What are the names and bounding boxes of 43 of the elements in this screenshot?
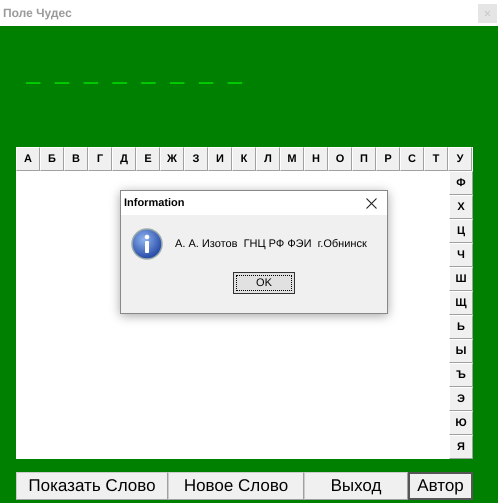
letter-button[interactable]: Э [449, 387, 473, 411]
letter-button[interactable]: Ц [449, 219, 473, 243]
letter-button[interactable]: Г [88, 147, 112, 171]
action-button[interactable]: Новое Слово [168, 472, 304, 500]
letter-button[interactable]: Ч [449, 243, 473, 267]
letter-button[interactable]: Ъ [449, 363, 473, 387]
letter-button[interactable]: В [64, 147, 88, 171]
letter-button[interactable]: Ф [449, 171, 473, 195]
letter-button[interactable]: Ы [449, 339, 473, 363]
letter-button[interactable]: Ж [160, 147, 184, 171]
action-button[interactable]: Показать Слово [16, 472, 168, 500]
close-icon[interactable] [366, 198, 377, 208]
dialog-message: А. А. Изотов ГНЦ РФ ФЭИ г.Обнинск [175, 237, 367, 252]
letter-button[interactable]: Е [136, 147, 160, 171]
close-icon [484, 10, 491, 16]
letter-button[interactable]: У [448, 147, 472, 171]
letter-button[interactable]: Т [424, 147, 448, 171]
letter-button[interactable]: Х [449, 195, 473, 219]
letter-button[interactable]: Р [376, 147, 400, 171]
letter-button[interactable]: Д [112, 147, 136, 171]
letter-button[interactable]: П [352, 147, 376, 171]
letter-button[interactable]: М [280, 147, 304, 171]
letter-button[interactable]: Ш [449, 267, 473, 291]
letter-button[interactable]: О [328, 147, 352, 171]
letter-button[interactable]: Н [304, 147, 328, 171]
action-button[interactable]: Автор [408, 472, 473, 500]
action-button[interactable]: Выход [304, 472, 408, 500]
ok-button[interactable]: OK [233, 272, 295, 294]
letter-button[interactable]: Л [256, 147, 280, 171]
letter-button[interactable]: Щ [449, 291, 473, 315]
letter-button[interactable]: А [16, 147, 40, 171]
letter-button[interactable]: Ю [449, 411, 473, 435]
letter-button[interactable]: Б [40, 147, 64, 171]
hidden-word: _ _ _ _ _ _ _ _ [26, 62, 242, 89]
dialog-title: Information [124, 196, 184, 211]
letter-button[interactable]: К [232, 147, 256, 171]
letter-button[interactable]: Я [449, 435, 473, 459]
information-icon [131, 228, 163, 260]
letter-button[interactable]: И [208, 147, 232, 171]
letter-button[interactable]: Ь [449, 315, 473, 339]
window-title: Поле Чудес [3, 5, 72, 22]
letter-button[interactable]: С [400, 147, 424, 171]
letter-button[interactable]: З [184, 147, 208, 171]
